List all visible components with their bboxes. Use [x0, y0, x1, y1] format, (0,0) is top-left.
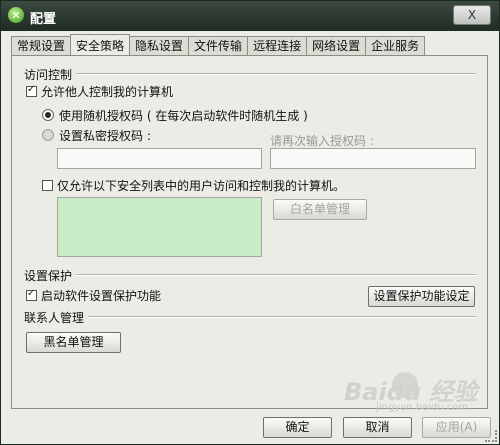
blacklist-manage-button[interactable]: 黑名单管理 [26, 332, 121, 353]
tab-security[interactable]: 安全策略 [70, 34, 131, 55]
tab-remote[interactable]: 远程连接 [247, 36, 308, 55]
close-button[interactable]: X [453, 5, 491, 25]
watermark-url: jingyan.baidu.com [376, 402, 469, 413]
contacts-divider [88, 316, 476, 318]
resize-grip[interactable] [485, 430, 497, 442]
allow-control-checkbox[interactable] [26, 84, 37, 97]
baidu-watermark: Baidu 经验 jingyan.baidu.com [336, 366, 486, 421]
title-bar: ✕ 配置 X [1, 1, 499, 31]
contacts-heading: 联系人管理 [24, 311, 85, 325]
protection-heading: 设置保护 [24, 269, 73, 283]
private-code-radio[interactable] [42, 129, 54, 141]
confirm-code-input[interactable] [270, 148, 476, 169]
whitelist-only-checkbox[interactable] [42, 180, 53, 191]
confirm-code-label: 请再次输入授权码 : [270, 134, 374, 148]
tab-general[interactable]: 常规设置 [11, 36, 72, 55]
whitelist-only-label: 仅允许以下安全列表中的用户访问和控制我的计算机。 [57, 179, 346, 193]
apply-button[interactable]: 应用(A) [422, 417, 491, 438]
whitelist-listbox[interactable] [57, 197, 262, 257]
whitelist-manage-button[interactable]: 白名单管理 [273, 199, 367, 220]
private-code-input[interactable] [57, 148, 262, 169]
protection-enable-checkbox[interactable] [26, 288, 37, 301]
app-logo-icon: ✕ [8, 7, 24, 23]
cancel-button[interactable]: 取消 [343, 417, 412, 438]
config-window: ✕ 配置 X 常规设置 安全策略 隐私设置 文件传输 远程连接 网络设置 企业服… [0, 0, 500, 445]
tab-network[interactable]: 网络设置 [306, 36, 367, 55]
security-panel: 访问控制 允许他人控制我的计算机 使用随机授权码 ( 在每次启动软件时随机生成 … [11, 55, 488, 409]
tab-enterprise[interactable]: 企业服务 [365, 36, 426, 55]
access-control-divider [76, 73, 476, 75]
access-control-heading: 访问控制 [24, 68, 73, 82]
tab-bar: 常规设置 安全策略 隐私设置 文件传输 远程连接 网络设置 企业服务 [11, 34, 426, 56]
tab-file-transfer[interactable]: 文件传输 [188, 36, 249, 55]
protection-divider [76, 274, 476, 276]
ok-button[interactable]: 确定 [263, 417, 332, 438]
tab-privacy[interactable]: 隐私设置 [129, 36, 190, 55]
window-title: 配置 [30, 12, 57, 27]
random-code-label: 使用随机授权码 ( 在每次启动软件时随机生成 ) [59, 109, 308, 123]
protection-enable-label: 启动软件设置保护功能 [41, 289, 162, 303]
allow-control-label: 允许他人控制我的计算机 [41, 85, 174, 99]
private-code-label: 设置私密授权码 : [59, 129, 151, 143]
protection-settings-button[interactable]: 设置保护功能设定 [368, 286, 475, 307]
random-code-radio[interactable] [42, 109, 54, 121]
